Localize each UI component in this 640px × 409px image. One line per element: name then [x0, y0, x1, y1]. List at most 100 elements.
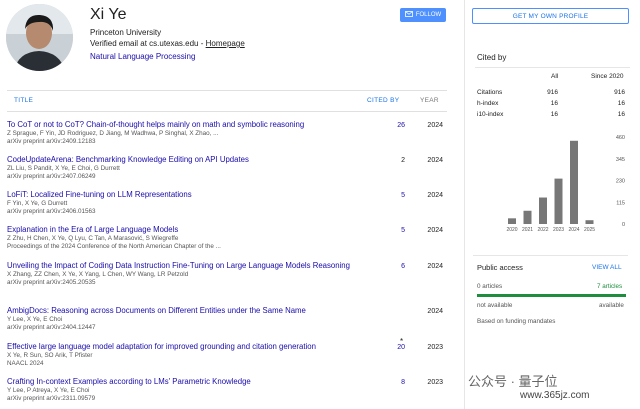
metric-label-citations[interactable]: Citations [477, 89, 502, 96]
x-tick-label: 2020 [506, 227, 517, 233]
profile-affiliation: Princeton University [90, 28, 162, 37]
paper-venue: arXiv preprint arXiv:2407.06249 [7, 173, 96, 180]
paper-year: 2024 [427, 263, 443, 270]
watermark-account: 公众号 · 量子位 [468, 374, 558, 389]
email-text: Verified email at cs.utexas.edu - [90, 39, 206, 48]
paper-year: 2023 [427, 379, 443, 386]
paper-authors: Y Lee, P Atreya, X Ye, E Choi [7, 387, 90, 394]
metric-label-i10-index[interactable]: i10-index [477, 111, 503, 118]
paper-venue: Proceedings of the 2024 Conference of th… [7, 243, 221, 250]
bar-2025[interactable] [585, 220, 594, 224]
profile-email: Verified email at cs.utexas.edu - Homepa… [90, 39, 245, 48]
paper-title-link[interactable]: Crafting In-context Examples according t… [7, 377, 347, 387]
paper-title-link[interactable]: LoFiT: Localized Fine-tuning on LLM Repr… [7, 190, 347, 200]
sort-by-year[interactable]: YEAR [420, 97, 439, 104]
not-available-count[interactable]: 0 articles [477, 283, 502, 290]
paper-venue: arXiv preprint arXiv:2409.12183 [7, 138, 96, 145]
paper-year: 2024 [427, 227, 443, 234]
cited-by-title: Cited by [477, 53, 507, 62]
available-count[interactable]: 7 articles [597, 283, 622, 290]
sort-by-title[interactable]: TITLE [14, 97, 33, 104]
metric-all-citations: 916 [547, 89, 558, 96]
table-row: AmbigDocs: Reasoning across Documents on… [7, 306, 447, 332]
x-tick-label: 2022 [537, 227, 548, 233]
metric-since-citations: 916 [614, 89, 625, 96]
x-tick-label: 2023 [553, 227, 564, 233]
available-label: available [599, 302, 624, 309]
watermark-url: www.365jz.com [520, 390, 590, 401]
get-my-own-profile-button[interactable]: GET MY OWN PROFILE [472, 8, 629, 24]
bar-2023[interactable] [554, 178, 563, 224]
profile-name: Xi Ye [90, 6, 127, 23]
paper-year: 2024 [427, 122, 443, 129]
y-tick-label: 115 [616, 200, 625, 206]
paper-title-link[interactable]: Effective large language model adaptatio… [7, 342, 347, 352]
column-divider [464, 0, 465, 409]
paper-title-link[interactable]: To CoT or not to CoT? Chain-of-thought h… [7, 120, 347, 130]
x-tick-label: 2025 [584, 227, 595, 233]
sort-by-cited-by[interactable]: CITED BY [367, 97, 399, 104]
paper-venue: arXiv preprint arXiv:2405.20535 [7, 279, 96, 286]
citations-bar-chart: 2020 2021 2022 2023 2024 2025 460 345 230 115 0 [506, 135, 625, 233]
paper-title-link[interactable]: AmbigDocs: Reasoning across Documents on… [7, 306, 347, 316]
col-all-header: All [551, 73, 559, 80]
y-tick-label: 345 [616, 157, 625, 163]
bar-2020[interactable] [508, 218, 516, 224]
funding-mandates-note: Based on funding mandates [477, 318, 556, 325]
y-tick-label: 0 [622, 222, 625, 228]
paper-year: 2023 [427, 344, 443, 351]
table-row: CodeUpdateArena: Benchmarking Knowledge … [7, 155, 447, 181]
not-available-label: not available [477, 302, 513, 309]
paper-venue: arXiv preprint arXiv:2311.09579 [7, 395, 96, 402]
paper-authors: ZL Liu, S Pandit, X Ye, E Choi, G Durret… [7, 165, 120, 172]
paper-authors: X Zhang, ZZ Chen, X Ye, X Yang, L Chen, … [7, 271, 189, 278]
y-tick-label: 460 [616, 135, 625, 141]
paper-venue: arXiv preprint arXiv:2404.12447 [7, 324, 96, 331]
paper-title-link[interactable]: Unveiling the Impact of Coding Data Inst… [7, 261, 352, 271]
paper-authors: X Ye, R Sun, SO Arik, T Pfister [7, 352, 93, 359]
paper-authors: Y Lee, X Ye, E Choi [7, 316, 63, 323]
table-row: LoFiT: Localized Fine-tuning on LLM Repr… [7, 190, 447, 216]
table-row: Explanation in the Era of Large Language… [7, 225, 447, 251]
y-tick-label: 230 [616, 179, 625, 185]
paper-title-link[interactable]: Explanation in the Era of Large Language… [7, 225, 347, 235]
homepage-link[interactable]: Homepage [206, 39, 245, 48]
research-interest-link[interactable]: Natural Language Processing [90, 52, 195, 61]
cited-by-count-link[interactable]: 26 [379, 122, 405, 129]
cited-by-count-link[interactable]: 6 [379, 263, 405, 270]
metric-since-i10-index: 16 [617, 111, 625, 118]
paper-authors: Z Sprague, F Yin, JD Rodriguez, D Jiang,… [7, 130, 219, 137]
paper-year: 2024 [427, 308, 443, 315]
paper-year: 2024 [427, 192, 443, 199]
cited-by-divider [475, 67, 630, 68]
x-tick-label: 2021 [522, 227, 533, 233]
paper-year: 2024 [427, 157, 443, 164]
cited-by-count-link[interactable]: 5 [379, 227, 405, 234]
cited-by-count-link[interactable]: 8 [379, 379, 405, 386]
table-row: Crafting In-context Examples according t… [7, 377, 447, 403]
bar-2021[interactable] [523, 210, 532, 224]
x-tick-label: 2024 [568, 227, 579, 233]
follow-button[interactable]: FOLLOW [400, 8, 446, 22]
metric-label-h-index[interactable]: h-index [477, 100, 498, 107]
table-row: Effective large language model adaptatio… [7, 337, 447, 368]
mail-icon [404, 11, 413, 19]
table-header: TITLE CITED BY YEAR [7, 90, 447, 112]
paper-venue: NAACL 2024 [7, 360, 44, 367]
cited-by-count-link[interactable]: 2 [379, 157, 405, 164]
merged-citations-marker: * [400, 337, 404, 346]
bar-2022[interactable] [539, 197, 547, 224]
col-since-header: Since 2020 [591, 73, 624, 80]
bar-2024[interactable] [570, 140, 578, 224]
metric-all-i10-index: 16 [550, 111, 558, 118]
paper-authors: F Yin, X Ye, G Durrett [7, 200, 68, 207]
table-row: Unveiling the Impact of Coding Data Inst… [7, 261, 447, 287]
metric-all-h-index: 16 [550, 100, 558, 107]
view-all-link[interactable]: VIEW ALL [592, 264, 622, 271]
table-row: To CoT or not to CoT? Chain-of-thought h… [7, 120, 447, 146]
follow-label: FOLLOW [415, 12, 442, 18]
public-access-title: Public access [477, 263, 523, 272]
paper-venue: arXiv preprint arXiv:2406.01563 [7, 208, 96, 215]
paper-title-link[interactable]: CodeUpdateArena: Benchmarking Knowledge … [7, 155, 347, 165]
cited-by-count-link[interactable]: 5 [379, 192, 405, 199]
